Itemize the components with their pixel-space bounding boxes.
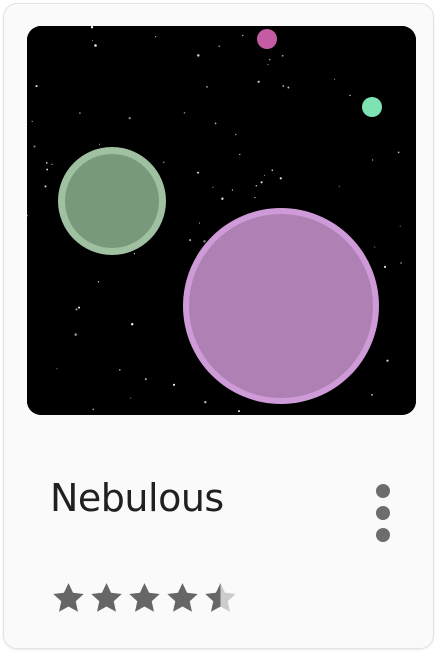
star-speck [97, 281, 100, 283]
star-speck [144, 378, 147, 381]
star-speck [221, 197, 224, 200]
star-speck [239, 153, 241, 156]
star-speck [44, 185, 47, 188]
star-speck [31, 120, 33, 122]
star-speck [349, 94, 351, 97]
star-icon [91, 583, 122, 612]
star-speck [155, 36, 157, 38]
star-speck [260, 181, 263, 184]
star-speck [118, 369, 121, 371]
star-speck [98, 143, 101, 145]
star-speck [92, 408, 95, 411]
star-speck [371, 159, 374, 161]
star-speck [92, 39, 94, 42]
star-speck [267, 64, 269, 66]
star-speck [130, 397, 132, 399]
star-speck [397, 151, 400, 154]
star-speck [400, 262, 402, 264]
star-speck [198, 222, 200, 224]
star-speck [282, 84, 285, 88]
star-speck [51, 163, 53, 166]
purple-blob [189, 214, 373, 398]
star-speck [371, 393, 373, 396]
star-speck [338, 185, 340, 187]
nebula-illustration [27, 26, 416, 415]
star-icon [53, 583, 84, 612]
star-speck [163, 161, 165, 163]
star-speck [74, 333, 77, 336]
star-icon [129, 583, 160, 612]
star-speck [374, 246, 376, 248]
star-speck [241, 34, 244, 37]
pink-dot [257, 29, 277, 49]
star-speck [399, 225, 401, 227]
star-speck [206, 86, 208, 88]
star-speck [212, 186, 214, 188]
star-speck [218, 45, 220, 47]
star-speck [90, 26, 94, 29]
star-speck [257, 80, 260, 83]
star-speck [214, 122, 217, 125]
green-blob [65, 154, 159, 248]
star-speck [46, 162, 48, 164]
star-speck [203, 240, 206, 243]
star-speck [33, 145, 36, 148]
more-vert-icon [376, 484, 390, 498]
star-speck [383, 265, 387, 269]
star-speck [255, 185, 258, 187]
star-speck [263, 174, 265, 177]
star-speck [46, 168, 48, 171]
star-speck [237, 410, 241, 413]
star-speck [131, 323, 134, 326]
star-speck [75, 308, 78, 311]
star-speck [333, 78, 336, 80]
star-speck [197, 54, 200, 57]
star-speck [78, 306, 81, 309]
star-speck [56, 368, 58, 370]
star-speck [197, 171, 199, 174]
star-speck [231, 189, 233, 191]
more-vert-icon [376, 528, 390, 542]
star-speck [386, 359, 389, 362]
app-card[interactable]: Nebulous [3, 3, 434, 649]
app-artwork[interactable] [27, 26, 416, 415]
star-speck [79, 112, 81, 114]
star-speck [287, 86, 290, 89]
star-speck [172, 383, 176, 386]
star-rating [50, 580, 239, 620]
star-speck [204, 400, 207, 404]
star-speck [94, 44, 97, 47]
star-icon [167, 583, 198, 612]
star-speck [128, 117, 131, 120]
star-speck [271, 169, 274, 171]
star-speck [279, 177, 282, 180]
star-speck [133, 253, 136, 255]
star-speck [183, 111, 186, 114]
star-speck [254, 197, 256, 199]
more-options-button[interactable] [366, 482, 400, 544]
star-speck [35, 85, 38, 88]
mint-dot [362, 97, 382, 117]
star-speck [235, 133, 237, 136]
star-speck [268, 58, 271, 61]
app-title[interactable]: Nebulous [50, 479, 224, 517]
star-speck [189, 239, 192, 242]
star-half-icon [205, 583, 236, 612]
more-vert-icon [376, 506, 390, 520]
star-speck [281, 54, 284, 57]
